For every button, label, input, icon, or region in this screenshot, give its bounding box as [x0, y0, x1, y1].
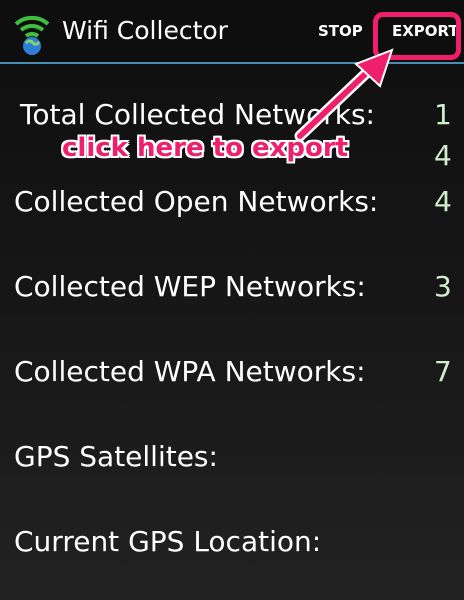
gps-satellites-label: GPS Satellites:	[14, 440, 218, 473]
open-networks-label: Collected Open Networks:	[14, 185, 379, 218]
export-highlight-box	[373, 12, 461, 60]
export-annotation-text: click here to export	[62, 133, 349, 163]
wpa-networks-label: Collected WPA Networks:	[14, 355, 366, 388]
total-networks-value-line2: 4	[434, 139, 452, 172]
total-networks-value: 1	[434, 98, 452, 131]
app-title: Wifi Collector	[62, 16, 228, 45]
wpa-networks-value: 7	[434, 355, 452, 388]
wifi-globe-icon	[14, 15, 50, 55]
open-networks-value: 4	[434, 185, 452, 218]
wep-networks-label: Collected WEP Networks:	[14, 270, 366, 303]
total-networks-label: Total Collected Networks:	[20, 98, 375, 131]
stop-button[interactable]: STOP	[318, 22, 363, 40]
wep-networks-value: 3	[434, 270, 452, 303]
gps-location-label: Current GPS Location:	[14, 525, 322, 558]
